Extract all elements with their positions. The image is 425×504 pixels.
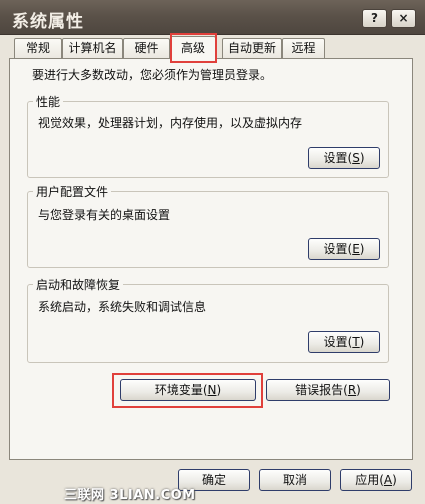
- startup-recovery-settings-button[interactable]: 设置(T): [308, 331, 380, 353]
- performance-settings-button[interactable]: 设置(S): [308, 147, 380, 169]
- window-title: 系统属性: [12, 12, 84, 32]
- tab-label: 常规: [25, 41, 50, 55]
- button-label: 取消: [282, 473, 307, 487]
- accelerator-key: A: [383, 473, 393, 487]
- close-button[interactable]: ×: [391, 9, 416, 28]
- button-label: 环境变量: [154, 383, 203, 397]
- tab-remote[interactable]: 远程: [282, 38, 325, 58]
- tab-advanced[interactable]: 高级: [170, 36, 216, 60]
- button-label: 应用: [355, 473, 380, 487]
- user-profiles-group-title: 用户配置文件: [33, 183, 112, 200]
- tab-label: 计算机名: [68, 41, 117, 55]
- performance-description: 视觉效果，处理器计划，内存使用，以及虚拟内存: [38, 116, 303, 130]
- apply-button[interactable]: 应用(A): [340, 469, 412, 491]
- user-profiles-description: 与您登录有关的桌面设置: [38, 208, 171, 222]
- user-profiles-settings-button[interactable]: 设置(E): [308, 238, 380, 260]
- startup-recovery-group-title: 启动和故障恢复: [33, 276, 124, 293]
- accelerator-key: R: [347, 383, 357, 397]
- cancel-button[interactable]: 取消: [259, 469, 331, 491]
- admin-notice: 要进行大多数改动，您必须作为管理员登录。: [32, 68, 273, 82]
- watermark: 三联网 3LIAN.COM: [64, 488, 196, 503]
- help-icon: ?: [371, 11, 378, 25]
- close-icon: ×: [398, 11, 409, 25]
- button-label: 设置: [323, 335, 348, 349]
- accelerator-key: N: [207, 383, 217, 397]
- tab-general[interactable]: 常规: [14, 38, 62, 58]
- accelerator-key: S: [352, 151, 360, 165]
- performance-group-title: 性能: [33, 93, 64, 110]
- button-label: 错误报告: [295, 383, 344, 397]
- tab-label: 硬件: [134, 41, 159, 55]
- error-reporting-button[interactable]: 错误报告(R): [266, 379, 390, 401]
- help-button[interactable]: ?: [362, 9, 387, 28]
- tab-computer-name[interactable]: 计算机名: [62, 38, 123, 58]
- tab-label: 自动更新: [227, 41, 276, 55]
- environment-variables-button[interactable]: 环境变量(N): [120, 379, 256, 401]
- tab-automatic-updates[interactable]: 自动更新: [222, 38, 282, 58]
- tab-label: 高级: [180, 41, 205, 55]
- button-label: 确定: [201, 473, 226, 487]
- accelerator-key: E: [352, 242, 360, 256]
- button-label: 设置: [323, 151, 348, 165]
- startup-recovery-description: 系统启动，系统失败和调试信息: [38, 300, 207, 314]
- button-label: 设置: [323, 242, 348, 256]
- tab-label: 远程: [291, 41, 316, 55]
- accelerator-key: T: [352, 335, 360, 349]
- tab-hardware[interactable]: 硬件: [123, 38, 170, 58]
